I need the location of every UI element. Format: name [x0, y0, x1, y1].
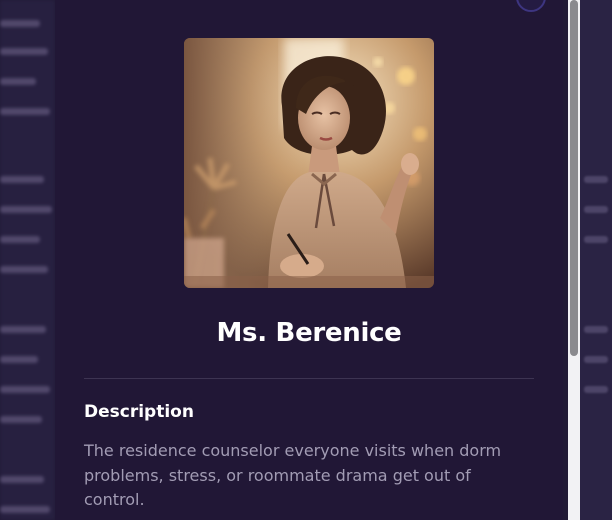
divider [84, 378, 534, 379]
character-name: Ms. Berenice [216, 318, 402, 348]
description-heading: Description [84, 402, 194, 422]
character-portrait [184, 38, 434, 288]
character-modal: Ms. Berenice Description The residence c… [55, 0, 563, 520]
scrollbar-thumb[interactable] [570, 0, 578, 356]
close-icon[interactable] [516, 0, 546, 12]
background-content-left [0, 0, 55, 520]
description-text: The residence counselor everyone visits … [84, 441, 502, 509]
background-content-right [580, 0, 612, 520]
